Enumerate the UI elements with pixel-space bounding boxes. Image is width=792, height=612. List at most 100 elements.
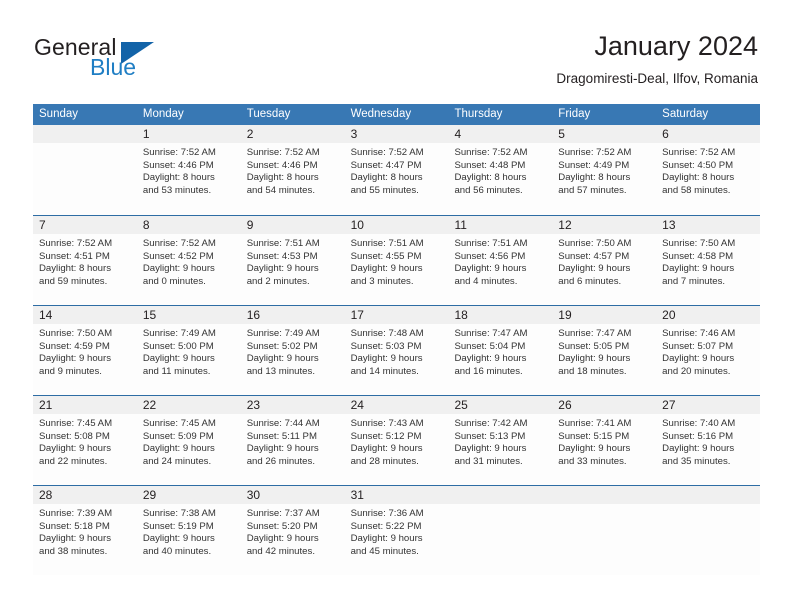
- calendar-day-cell[interactable]: 22 Sunrise: 7:45 AM Sunset: 5:09 PM Dayligh…: [136, 396, 241, 485]
- calendar-day-detail-line: Daylight: 9 hours: [39, 353, 111, 365]
- calendar-day-detail-line: Sunset: 4:48 PM: [454, 159, 526, 171]
- calendar-day-detail-line: Daylight: 8 hours: [558, 172, 631, 184]
- calendar-day-detail-line: and 59 minutes.: [39, 275, 108, 287]
- calendar-day-detail-line: Daylight: 9 hours: [246, 353, 319, 365]
- calendar-day-cell[interactable]: 18 Sunrise: 7:47 AM Sunset: 5:04 PM Dayligh…: [448, 306, 553, 395]
- calendar-day-detail-line: and 13 minutes.: [246, 365, 315, 377]
- calendar-day-cell[interactable]: 31 Sunrise: 7:36 AM Sunset: 5:22 PM Dayligh…: [344, 486, 449, 575]
- calendar-day-cell[interactable]: 4 Sunrise: 7:52 AM Sunset: 4:48 PM Daylight…: [448, 125, 553, 215]
- calendar-day-number: 22: [136, 396, 241, 414]
- calendar-day-cell[interactable]: 24 Sunrise: 7:43 AM Sunset: 5:12 PM Dayligh…: [344, 396, 449, 485]
- calendar-day-cell[interactable]: 15 Sunrise: 7:49 AM Sunset: 5:00 PM Dayligh…: [136, 306, 241, 395]
- calendar-day-detail-line: and 54 minutes.: [246, 184, 315, 196]
- page-header: General Blue January 2024 Dragomiresti-D…: [0, 0, 792, 100]
- page-title: January 2024: [594, 31, 758, 61]
- calendar-day-cell[interactable]: 9 Sunrise: 7:51 AM Sunset: 4:53 PM Daylight…: [240, 216, 345, 305]
- calendar-day-cell[interactable]: 5 Sunrise: 7:52 AM Sunset: 4:49 PM Daylight…: [552, 125, 657, 215]
- calendar-week-row: 28 Sunrise: 7:39 AM Sunset: 5:18 PM Dayligh…: [33, 485, 761, 575]
- calendar-day-details: Sunrise: 7:40 AM Sunset: 5:16 PM Daylight:…: [656, 414, 760, 468]
- calendar-day-cell-empty: [552, 486, 657, 575]
- calendar-day-details: Sunrise: 7:43 AM Sunset: 5:12 PM Daylight:…: [345, 414, 449, 468]
- brand-name-blue: Blue: [90, 54, 137, 80]
- calendar-day-number: 7: [33, 216, 137, 234]
- calendar-day-number: 1: [136, 125, 241, 143]
- calendar-day-number: 13: [656, 216, 761, 234]
- calendar-week-row: 14 Sunrise: 7:50 AM Sunset: 4:59 PM Dayligh…: [33, 305, 761, 395]
- calendar-day-cell[interactable]: 10 Sunrise: 7:51 AM Sunset: 4:55 PM Dayligh…: [344, 216, 449, 305]
- page-subtitle: Dragomiresti-Deal, Ilfov, Romania: [556, 71, 758, 86]
- calendar-day-details: Sunrise: 7:49 AM Sunset: 5:00 PM Daylight:…: [137, 324, 241, 378]
- calendar-day-cell[interactable]: 11 Sunrise: 7:51 AM Sunset: 4:56 PM Dayligh…: [448, 216, 553, 305]
- calendar-day-cell[interactable]: 1 Sunrise: 7:52 AM Sunset: 4:46 PM Daylight…: [136, 125, 241, 215]
- calendar-day-detail-line: and 33 minutes.: [558, 455, 627, 467]
- calendar-day-detail-line: and 2 minutes.: [246, 275, 310, 287]
- calendar-grid: Sunday Monday Tuesday Wednesday Thursday…: [33, 104, 761, 575]
- calendar-day-details: Sunrise: 7:51 AM Sunset: 4:56 PM Daylight:…: [448, 234, 552, 288]
- calendar-day-number: 15: [136, 306, 241, 324]
- calendar-day-cell[interactable]: 2 Sunrise: 7:52 AM Sunset: 4:46 PM Daylight…: [240, 125, 345, 215]
- calendar-day-cell[interactable]: 20 Sunrise: 7:46 AM Sunset: 5:07 PM Dayligh…: [656, 306, 761, 395]
- calendar-day-cell[interactable]: 6 Sunrise: 7:52 AM Sunset: 4:50 PM Daylight…: [656, 125, 761, 215]
- calendar-day-number: 14: [33, 306, 137, 324]
- calendar-day-detail-line: Sunrise: 7:46 AM: [662, 328, 736, 339]
- calendar-day-cell[interactable]: 23 Sunrise: 7:44 AM Sunset: 5:11 PM Dayligh…: [240, 396, 345, 485]
- calendar-day-details: Sunrise: 7:52 AM Sunset: 4:46 PM Daylight:…: [137, 143, 241, 197]
- calendar-day-detail-line: Sunset: 5:16 PM: [662, 430, 734, 442]
- calendar-day-detail-line: and 9 minutes.: [39, 365, 102, 377]
- calendar-day-detail-line: Daylight: 8 hours: [350, 172, 423, 184]
- calendar-day-details: Sunrise: 7:52 AM Sunset: 4:47 PM Daylight:…: [345, 143, 449, 197]
- calendar-day-number: 2: [240, 125, 345, 143]
- brand-logo[interactable]: General Blue: [34, 34, 234, 90]
- calendar-day-cell[interactable]: 26 Sunrise: 7:41 AM Sunset: 5:15 PM Dayligh…: [552, 396, 657, 485]
- calendar-day-number: 31: [344, 486, 449, 504]
- calendar-day-detail-line: Daylight: 9 hours: [454, 353, 527, 365]
- calendar-day-cell[interactable]: 17 Sunrise: 7:48 AM Sunset: 5:03 PM Dayligh…: [344, 306, 449, 395]
- calendar-day-cell[interactable]: 30 Sunrise: 7:37 AM Sunset: 5:20 PM Dayligh…: [240, 486, 345, 575]
- calendar-day-details: Sunrise: 7:51 AM Sunset: 4:53 PM Daylight:…: [241, 234, 345, 288]
- calendar-day-cell[interactable]: 13 Sunrise: 7:50 AM Sunset: 4:58 PM Dayligh…: [656, 216, 761, 305]
- calendar-day-cell[interactable]: 28 Sunrise: 7:39 AM Sunset: 5:18 PM Dayligh…: [33, 486, 137, 575]
- calendar-day-number: 17: [344, 306, 449, 324]
- calendar-day-detail-line: and 42 minutes.: [246, 545, 315, 557]
- calendar-day-cell[interactable]: 29 Sunrise: 7:38 AM Sunset: 5:19 PM Dayligh…: [136, 486, 241, 575]
- calendar-day-detail-line: Daylight: 9 hours: [662, 353, 735, 365]
- calendar-day-cell[interactable]: 12 Sunrise: 7:50 AM Sunset: 4:57 PM Dayligh…: [552, 216, 657, 305]
- calendar-day-detail-line: and 58 minutes.: [662, 184, 731, 196]
- calendar-day-detail-line: Sunrise: 7:48 AM: [350, 328, 424, 339]
- calendar-day-detail-line: Sunrise: 7:44 AM: [246, 418, 320, 429]
- calendar-day-cell[interactable]: 25 Sunrise: 7:42 AM Sunset: 5:13 PM Dayligh…: [448, 396, 553, 485]
- calendar-day-cell[interactable]: 27 Sunrise: 7:40 AM Sunset: 5:16 PM Dayligh…: [656, 396, 761, 485]
- calendar-day-cell-empty: [33, 125, 137, 215]
- calendar-day-cell[interactable]: 14 Sunrise: 7:50 AM Sunset: 4:59 PM Dayligh…: [33, 306, 137, 395]
- calendar-day-detail-line: and 0 minutes.: [142, 275, 206, 287]
- calendar-day-detail-line: Sunset: 4:46 PM: [246, 159, 318, 171]
- calendar-day-details: [33, 143, 137, 147]
- calendar-day-detail-line: Sunset: 4:51 PM: [39, 250, 110, 262]
- calendar-day-detail-line: Sunrise: 7:52 AM: [246, 147, 320, 158]
- calendar-day-details: Sunrise: 7:50 AM Sunset: 4:57 PM Daylight:…: [552, 234, 656, 288]
- calendar-day-detail-line: Sunrise: 7:43 AM: [350, 418, 424, 429]
- calendar-day-detail-line: Sunrise: 7:36 AM: [350, 508, 424, 519]
- weekday-header-saturday: Saturday: [662, 108, 709, 120]
- calendar-day-detail-line: Daylight: 9 hours: [454, 443, 527, 455]
- calendar-day-detail-line: and 4 minutes.: [454, 275, 518, 287]
- calendar-day-detail-line: Sunrise: 7:49 AM: [142, 328, 216, 339]
- calendar-day-number: 23: [240, 396, 345, 414]
- calendar-day-number: 26: [552, 396, 657, 414]
- calendar-day-cell[interactable]: 3 Sunrise: 7:52 AM Sunset: 4:47 PM Daylight…: [344, 125, 449, 215]
- calendar-day-cell[interactable]: 19 Sunrise: 7:47 AM Sunset: 5:05 PM Dayligh…: [552, 306, 657, 395]
- calendar-day-details: Sunrise: 7:52 AM Sunset: 4:50 PM Daylight:…: [656, 143, 760, 197]
- calendar-day-detail-line: Daylight: 9 hours: [662, 263, 735, 275]
- calendar-day-details: Sunrise: 7:52 AM Sunset: 4:46 PM Daylight:…: [241, 143, 345, 197]
- weekday-header-monday: Monday: [142, 108, 184, 120]
- calendar-day-detail-line: Sunset: 5:12 PM: [350, 430, 422, 442]
- calendar-day-cell[interactable]: 21 Sunrise: 7:45 AM Sunset: 5:08 PM Dayligh…: [33, 396, 137, 485]
- calendar-day-cell[interactable]: 8 Sunrise: 7:52 AM Sunset: 4:52 PM Daylight…: [136, 216, 241, 305]
- calendar-day-detail-line: Sunset: 5:15 PM: [558, 430, 630, 442]
- calendar-day-detail-line: Sunrise: 7:50 AM: [558, 238, 632, 249]
- calendar-day-number: 9: [240, 216, 345, 234]
- calendar-day-details: Sunrise: 7:42 AM Sunset: 5:13 PM Daylight:…: [448, 414, 552, 468]
- calendar-day-cell[interactable]: 7 Sunrise: 7:52 AM Sunset: 4:51 PM Daylight…: [33, 216, 137, 305]
- calendar-day-cell[interactable]: 16 Sunrise: 7:49 AM Sunset: 5:02 PM Dayligh…: [240, 306, 345, 395]
- calendar-day-detail-line: and 22 minutes.: [39, 455, 108, 467]
